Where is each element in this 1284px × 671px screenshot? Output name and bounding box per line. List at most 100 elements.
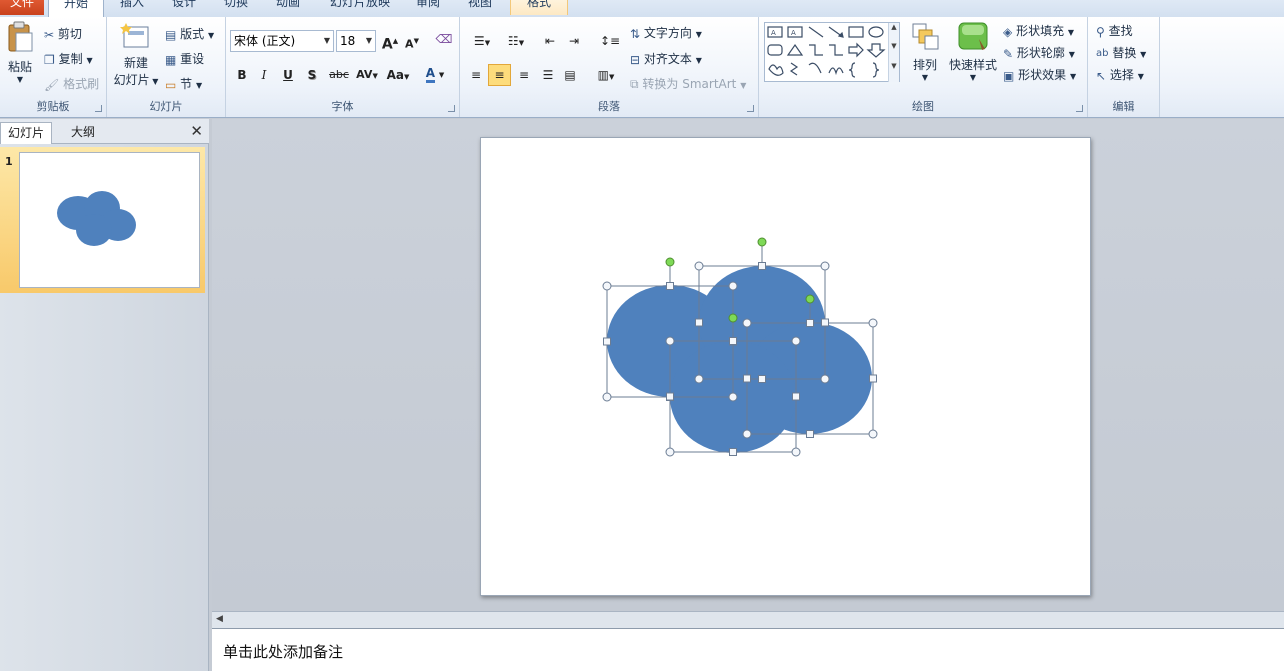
tab-review[interactable]: 审阅 [406, 0, 450, 15]
change-case-button[interactable]: Aa▼ [384, 65, 412, 85]
side-resize-handle[interactable] [758, 375, 766, 383]
align-center-button[interactable]: ≡ [488, 64, 511, 86]
tab-transitions[interactable]: 切换 [214, 0, 258, 15]
align-text-button[interactable]: ⊟ 对齐文本 ▼ [630, 50, 702, 67]
corner-resize-handle[interactable] [742, 429, 752, 439]
select-button[interactable]: ↖ 选择 ▼ [1096, 66, 1144, 83]
corner-resize-handle[interactable] [694, 374, 704, 384]
slide-thumbnail-item[interactable]: 1 [0, 147, 205, 293]
reset-button[interactable]: ▦ 重设 [165, 50, 204, 67]
corner-resize-handle[interactable] [602, 392, 612, 402]
increase-indent-button[interactable]: ⇥ [564, 31, 584, 51]
side-resize-handle[interactable] [666, 392, 674, 401]
corner-resize-handle[interactable] [868, 318, 878, 328]
gallery-scroll-up[interactable]: ▲ [888, 23, 899, 42]
layout-button[interactable]: ▤ 版式 ▼ [165, 25, 214, 42]
cut-button[interactable]: ✂ 剪切 [44, 25, 82, 42]
tab-slideshow[interactable]: 幻灯片放映 [318, 0, 402, 15]
tab-view[interactable]: 视图 [458, 0, 502, 15]
side-resize-handle[interactable] [695, 318, 703, 327]
justify-button[interactable]: ☰ [538, 65, 558, 85]
clear-formatting-button[interactable]: ⌫ [434, 29, 454, 49]
corner-resize-handle[interactable] [820, 374, 830, 384]
tab-design[interactable]: 设计 [162, 0, 206, 15]
cloud-shapes[interactable] [607, 266, 872, 453]
corner-resize-handle[interactable] [791, 447, 801, 457]
bold-button[interactable]: B [232, 65, 252, 85]
close-icon[interactable]: ✕ [190, 123, 203, 139]
shape-effects-button[interactable]: ▣ 形状效果 ▼ [1003, 66, 1076, 83]
corner-resize-handle[interactable] [665, 447, 675, 457]
bullets-button[interactable]: ☰▼ [468, 31, 496, 51]
corner-resize-handle[interactable] [694, 261, 704, 271]
tab-format[interactable]: 格式 [510, 0, 568, 15]
corner-resize-handle[interactable] [665, 336, 675, 346]
side-resize-handle[interactable] [603, 337, 611, 346]
shape-fill-button[interactable]: ◈ 形状填充 ▼ [1003, 22, 1074, 39]
side-resize-handle[interactable] [666, 282, 674, 290]
scroll-left-icon[interactable]: ◀ [216, 614, 223, 624]
format-painter-button[interactable]: 🖌 格式刷 [44, 75, 99, 92]
side-resize-handle[interactable] [869, 374, 877, 383]
font-name-combo[interactable]: 宋体 (正文) ▼ [230, 30, 334, 52]
arrange-button[interactable]: 排列 ▼ [905, 21, 945, 82]
slide-thumbnail[interactable] [19, 152, 200, 288]
side-resize-handle[interactable] [792, 392, 800, 401]
notes-pane[interactable]: 单击此处添加备注 [212, 628, 1284, 671]
columns-button[interactable]: ▥▼ [592, 65, 620, 85]
shadow-button[interactable]: S [302, 65, 322, 85]
align-right-button[interactable]: ≡ [514, 65, 534, 85]
side-resize-handle[interactable] [806, 430, 814, 438]
dialog-launcher-icon[interactable] [1076, 105, 1083, 112]
convert-smartart-button[interactable]: ⧉ 转换为 SmartArt ▼ [630, 75, 746, 92]
dialog-launcher-icon[interactable] [448, 105, 455, 112]
font-color-button[interactable]: A ▼ [420, 63, 450, 83]
new-slide-button[interactable]: 新建 幻灯片 ▼ [113, 21, 159, 88]
shape-outline-button[interactable]: ✎ 形状轮廓 ▼ [1003, 44, 1075, 61]
tab-home[interactable]: 开始 [48, 0, 104, 18]
gallery-scroll-down[interactable]: ▼ [888, 42, 899, 62]
grow-font-button[interactable]: A▲ [380, 31, 400, 53]
italic-button[interactable]: I [254, 65, 274, 85]
tab-animations[interactable]: 动画 [266, 0, 310, 15]
section-button[interactable]: ▭ 节 ▼ [165, 75, 202, 92]
find-button[interactable]: ⚲ 查找 [1096, 22, 1133, 39]
paste-button[interactable]: 粘贴 ▼ [4, 21, 36, 93]
side-resize-handle[interactable] [806, 319, 814, 327]
side-resize-handle[interactable] [729, 448, 737, 456]
font-size-combo[interactable]: 18 ▼ [336, 30, 376, 52]
shrink-font-button[interactable]: A▼ [402, 31, 422, 51]
dialog-launcher-icon[interactable] [95, 105, 102, 112]
line-spacing-button[interactable]: ↕≡ [596, 31, 624, 51]
text-direction-button[interactable]: ⇅ 文字方向 ▼ [630, 24, 702, 41]
side-resize-handle[interactable] [758, 262, 766, 270]
align-left-button[interactable]: ≡ [466, 65, 486, 85]
corner-resize-handle[interactable] [602, 281, 612, 291]
horizontal-scrollbar[interactable]: ◀ [212, 611, 1284, 628]
corner-resize-handle[interactable] [791, 336, 801, 346]
copy-button[interactable]: ❐ 复制 ▼ [44, 50, 93, 67]
quick-styles-button[interactable]: 快速样式 ▼ [945, 21, 1001, 82]
corner-resize-handle[interactable] [868, 429, 878, 439]
corner-resize-handle[interactable] [728, 281, 738, 291]
replace-button[interactable]: ab 替换 ▼ [1096, 44, 1146, 61]
tab-slides[interactable]: 幻灯片 [0, 122, 53, 144]
side-resize-handle[interactable] [821, 318, 829, 327]
corner-resize-handle[interactable] [728, 392, 738, 402]
numbering-button[interactable]: ☷▼ [502, 31, 530, 51]
corner-resize-handle[interactable] [742, 318, 752, 328]
tab-file[interactable]: 文件 [0, 0, 44, 15]
underline-button[interactable]: U [278, 65, 298, 85]
dialog-launcher-icon[interactable] [747, 105, 754, 112]
side-resize-handle[interactable] [743, 374, 751, 383]
decrease-indent-button[interactable]: ⇤ [540, 31, 560, 51]
gallery-expand[interactable]: ▼ [888, 62, 899, 82]
tab-insert[interactable]: 插入 [110, 0, 154, 15]
slide-canvas[interactable] [480, 137, 1091, 596]
tab-outline[interactable]: 大纲 [64, 122, 102, 144]
corner-resize-handle[interactable] [820, 261, 830, 271]
side-resize-handle[interactable] [729, 337, 737, 345]
distributed-button[interactable]: ▤ [560, 65, 580, 85]
strikethrough-button[interactable]: abc [326, 65, 352, 85]
char-spacing-button[interactable]: AV▼ [354, 65, 380, 85]
